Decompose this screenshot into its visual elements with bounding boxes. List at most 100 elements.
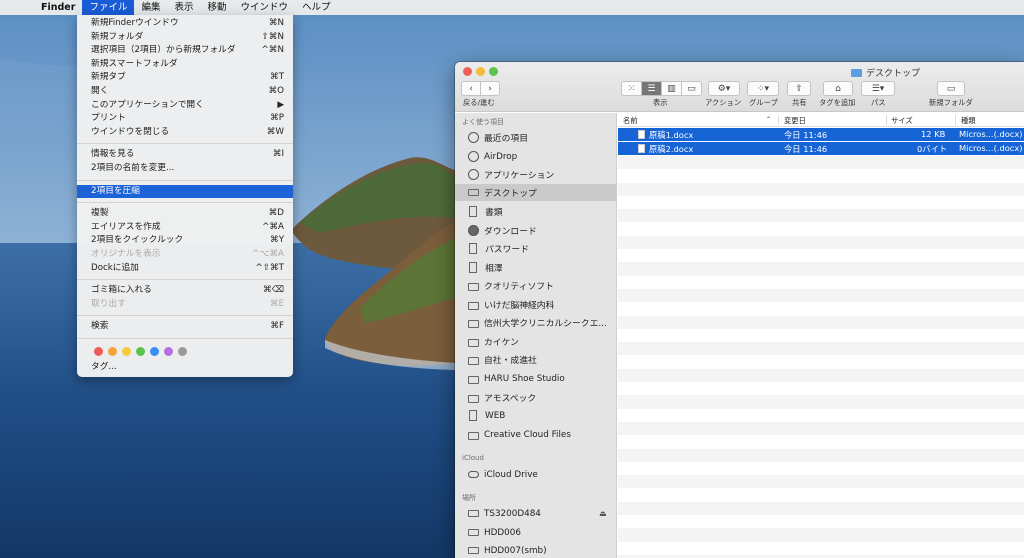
action-gear-icon[interactable]: ⚙▾ [708, 81, 740, 96]
view-list-button[interactable]: ☰ [641, 81, 662, 96]
empty-row [618, 382, 1024, 395]
sidebar-item-shinshu[interactable]: 信州大学クリニカルシークエ... [455, 314, 617, 331]
finder-sidebar: よく使う項目 最近の項目 AirDrop アプリケーション デスクトップ 書類 … [455, 113, 617, 558]
sidebar-item-hdd006[interactable]: HDD006 [455, 524, 617, 541]
empty-row [618, 422, 1024, 436]
folder-icon [468, 319, 479, 328]
sidebar-item-kaiken[interactable]: カイケン [455, 333, 617, 350]
menu-item-find[interactable]: 検索 ⌘F [77, 320, 293, 334]
sidebar-item-creative-cloud[interactable]: Creative Cloud Files [455, 426, 617, 443]
empty-row [618, 329, 1024, 342]
forward-button[interactable]: › [480, 81, 500, 96]
menu-edit[interactable]: 編集 [134, 0, 167, 15]
menu-item-compress[interactable]: 2項目を圧縮 [77, 184, 293, 199]
group-button[interactable]: ⁘▾ [747, 81, 779, 96]
sidebar-item-seishinsha[interactable]: 自社・成進社 [455, 351, 617, 368]
menu-item-duplicate[interactable]: 複製 ⌘D [77, 207, 293, 221]
empty-row [618, 528, 1024, 542]
tag-orange-dot[interactable] [108, 347, 117, 357]
sidebar-item-documents[interactable]: 書類 [455, 203, 617, 220]
network-drive-icon [468, 510, 479, 517]
empty-row [618, 223, 1024, 236]
menu-view[interactable]: 表示 [167, 0, 200, 15]
menu-item-tags[interactable]: タグ... [77, 361, 293, 375]
clock-icon [468, 132, 479, 143]
file-row[interactable]: 原稿1.docx 今日 11:46 12 KB Micros...(.docx) [618, 128, 1024, 142]
menu-item-make-alias[interactable]: エイリアスを作成 ^⌘A [77, 221, 293, 235]
sidebar-item-amospec[interactable]: アモスペック [455, 389, 617, 406]
back-button[interactable]: ‹ [461, 81, 481, 96]
view-icon-button[interactable]: ⁙ [621, 81, 642, 96]
file-row[interactable]: 原稿2.docx 今日 11:46 0バイト Micros...(.docx) [618, 142, 1024, 156]
menu-help[interactable]: ヘルプ [295, 0, 338, 15]
sidebar-item-hdd007[interactable]: HDD007(smb) [455, 542, 617, 558]
menu-separator [77, 337, 293, 339]
sidebar-item-airdrop[interactable]: AirDrop [455, 148, 617, 165]
path-button[interactable]: ☰▾ [861, 81, 895, 96]
add-tag-icon[interactable]: ⌂ [823, 81, 853, 96]
finder-toolbar: デスクトップ ‹ › 戻る/進む ⁙ ☰ ▥ ▭ 表示 ⚙▾ アクション ⁘▾ … [455, 62, 1024, 112]
sidebar-item-haru[interactable]: HARU Shoe Studio [455, 370, 617, 387]
tag-red-dot[interactable] [94, 347, 103, 357]
column-header-name[interactable]: 名前 [623, 116, 638, 126]
zoom-window-button[interactable] [489, 67, 498, 76]
column-header-modified[interactable]: 変更日 [784, 116, 806, 126]
sidebar-item-applications[interactable]: アプリケーション [455, 166, 617, 183]
menu-finder[interactable]: Finder [34, 0, 82, 15]
sidebar-item-icloud-drive[interactable]: iCloud Drive [455, 466, 617, 483]
menu-separator [77, 202, 293, 204]
new-folder-label: 新規フォルダ [929, 98, 973, 107]
close-window-button[interactable] [463, 67, 472, 76]
cloud-icon [468, 471, 479, 478]
menu-item-print[interactable]: プリント ⌘P [77, 112, 293, 126]
sidebar-item-desktop[interactable]: デスクトップ [455, 184, 617, 201]
minimize-window-button[interactable] [476, 67, 485, 76]
sidebar-item-ts3200[interactable]: TS3200D484 ⏏ [455, 505, 617, 522]
menu-go[interactable]: 移動 [200, 0, 233, 15]
menu-item-add-to-dock[interactable]: Dockに追加 ^⇧⌘T [77, 262, 293, 276]
menu-item-open-with[interactable]: このアプリケーションで開く ▶ [77, 99, 293, 113]
view-gallery-button[interactable]: ▭ [681, 81, 702, 96]
tag-blue-dot[interactable] [150, 347, 159, 357]
share-icon[interactable]: ⇪ [787, 81, 811, 96]
column-header-size[interactable]: サイズ [891, 116, 913, 126]
document-icon [469, 262, 477, 273]
sidebar-item-downloads[interactable]: ダウンロード [455, 222, 617, 239]
sidebar-item-passwords[interactable]: パスワード [455, 240, 617, 257]
menu-item-new-tab[interactable]: 新規タブ ⌘T [77, 71, 293, 85]
document-icon [469, 410, 477, 421]
sidebar-item-web[interactable]: WEB [455, 407, 617, 424]
menu-item-close-window[interactable]: ウインドウを閉じる ⌘W [77, 126, 293, 140]
empty-row [618, 289, 1024, 303]
sidebar-item-recents[interactable]: 最近の項目 [455, 129, 617, 146]
view-column-button[interactable]: ▥ [661, 81, 682, 96]
menu-item-new-finder-window[interactable]: 新規Finderウインドウ ⌘N [77, 17, 293, 31]
menu-item-move-to-trash[interactable]: ゴミ箱に入れる ⌘⌫ [77, 284, 293, 298]
menu-item-rename[interactable]: 2項目の名前を変更... [77, 162, 293, 176]
empty-row [618, 409, 1024, 422]
submenu-arrow-icon: ▶ [277, 99, 284, 110]
docx-file-icon [638, 130, 645, 139]
menu-item-new-folder[interactable]: 新規フォルダ ⇧⌘N [77, 31, 293, 45]
new-folder-icon[interactable]: ▭ [937, 81, 965, 96]
empty-row [618, 435, 1024, 448]
column-header-kind[interactable]: 種類 [961, 116, 976, 126]
menu-window[interactable]: ウインドウ [234, 0, 296, 15]
menu-item-quick-look[interactable]: 2項目をクイックルック ⌘Y [77, 234, 293, 248]
tag-green-dot[interactable] [136, 347, 145, 357]
sidebar-item-ikeda[interactable]: いけだ脳神経内科 [455, 296, 617, 313]
menu-file[interactable]: ファイル [82, 0, 135, 15]
eject-icon[interactable]: ⏏ [599, 509, 607, 518]
empty-row [618, 356, 1024, 369]
menu-item-new-folder-with-selection[interactable]: 選択項目（2項目）から新規フォルダ ^⌘N [77, 44, 293, 58]
tag-yellow-dot[interactable] [122, 347, 131, 357]
menu-item-get-info[interactable]: 情報を見る ⌘I [77, 148, 293, 162]
folder-icon [851, 68, 862, 77]
tag-gray-dot[interactable] [178, 347, 187, 357]
menu-item-open[interactable]: 開く ⌘O [77, 85, 293, 99]
sidebar-item-qualitysoft[interactable]: クオリティソフト [455, 277, 617, 294]
sidebar-item-aizawa[interactable]: 相澤 [455, 259, 617, 276]
menu-separator [77, 179, 293, 181]
menu-item-new-smart-folder[interactable]: 新規スマートフォルダ [77, 58, 293, 72]
tag-purple-dot[interactable] [164, 347, 173, 357]
